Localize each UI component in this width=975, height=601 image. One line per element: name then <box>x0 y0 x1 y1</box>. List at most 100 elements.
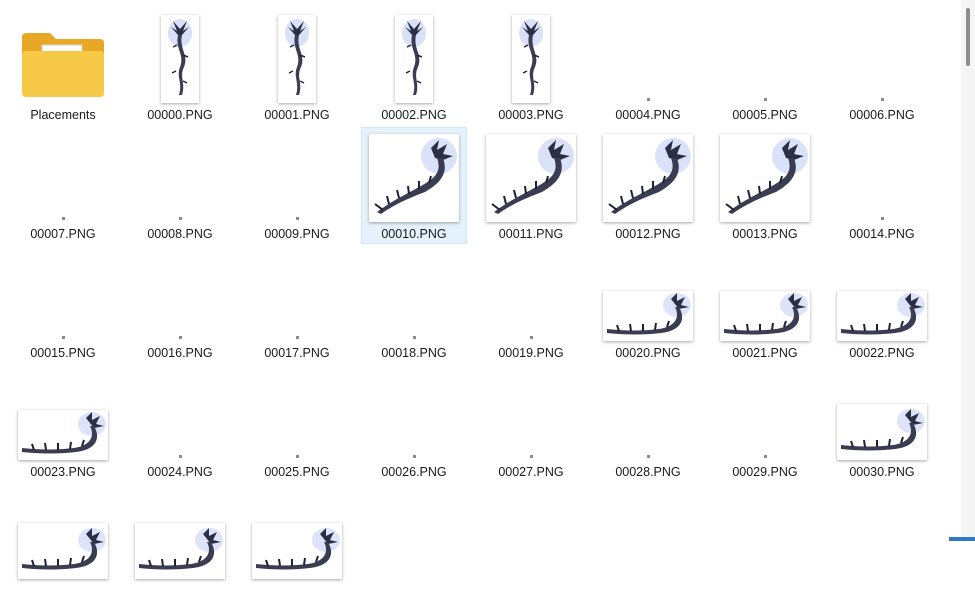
file-item[interactable]: 00011.PNG <box>478 127 584 244</box>
empty-thumbnail <box>178 217 182 220</box>
thumbnail-area <box>362 368 466 460</box>
scrollbar-thumb[interactable] <box>966 8 970 66</box>
file-item[interactable]: 00029.PNG <box>712 365 818 482</box>
file-name-label: 00006.PNG <box>849 108 915 122</box>
thumbnail-area <box>11 249 115 341</box>
thumbnail-area <box>830 249 934 341</box>
file-item[interactable]: 00018.PNG <box>361 246 467 363</box>
file-item[interactable]: 00019.PNG <box>478 246 584 363</box>
file-thumbnail <box>135 523 225 579</box>
thumbnail-area <box>362 130 466 222</box>
file-name-label: 00023.PNG <box>30 465 96 479</box>
file-name-label: Placements <box>30 108 96 122</box>
thumbnail-area <box>713 249 817 341</box>
file-item[interactable]: 00030.PNG <box>829 365 935 482</box>
thumbnail-area <box>479 130 583 222</box>
file-item[interactable]: 00014.PNG <box>829 127 935 244</box>
file-item[interactable]: 00023.PNG <box>10 365 116 482</box>
thumbnail-area <box>596 368 700 460</box>
file-thumbnail <box>161 15 199 103</box>
file-item[interactable]: 00022.PNG <box>829 246 935 363</box>
thumbnail-area <box>479 11 583 103</box>
file-item[interactable]: 00007.PNG <box>10 127 116 244</box>
file-thumbnail <box>18 410 108 460</box>
file-name-label: 00007.PNG <box>30 227 96 241</box>
file-item[interactable]: 00001.PNG <box>244 8 350 125</box>
file-item[interactable]: 00002.PNG <box>361 8 467 125</box>
file-item[interactable] <box>244 484 350 601</box>
thumbnail-area <box>713 11 817 103</box>
file-item[interactable]: 00006.PNG <box>829 8 935 125</box>
file-thumbnail <box>278 15 316 103</box>
thumbnail-area <box>128 368 232 460</box>
file-item[interactable]: 00016.PNG <box>127 246 233 363</box>
file-item[interactable] <box>127 484 233 601</box>
thumbnail-area <box>11 368 115 460</box>
thumbnail-area <box>830 130 934 222</box>
folder-item-placements[interactable]: Placements <box>10 8 116 125</box>
thumbnail-area <box>830 368 934 460</box>
file-item[interactable]: 00009.PNG <box>244 127 350 244</box>
thumbnail-area <box>245 487 349 579</box>
file-item[interactable]: 00000.PNG <box>127 8 233 125</box>
empty-thumbnail <box>529 336 533 339</box>
thumbnail-area <box>596 11 700 103</box>
file-thumbnail <box>252 523 342 579</box>
file-item[interactable]: 00027.PNG <box>478 365 584 482</box>
thumbnail-area <box>830 11 934 103</box>
file-item[interactable]: 00013.PNG <box>712 127 818 244</box>
file-item[interactable]: 00020.PNG <box>595 246 701 363</box>
file-name-label: 00010.PNG <box>381 227 447 241</box>
thumbnail-area <box>11 487 115 579</box>
file-item[interactable] <box>10 484 116 601</box>
file-item[interactable]: 00025.PNG <box>244 365 350 482</box>
file-item[interactable]: 00012.PNG <box>595 127 701 244</box>
file-item[interactable]: 00010.PNG <box>361 127 467 244</box>
file-thumbnail <box>395 15 433 103</box>
file-item[interactable]: 00021.PNG <box>712 246 818 363</box>
thumbnail-area <box>596 249 700 341</box>
file-name-label: 00018.PNG <box>381 346 447 360</box>
file-name-label: 00028.PNG <box>615 465 681 479</box>
file-name-label: 00021.PNG <box>732 346 798 360</box>
empty-thumbnail <box>295 336 299 339</box>
file-item[interactable]: 00024.PNG <box>127 365 233 482</box>
file-thumbnail <box>18 523 108 579</box>
empty-thumbnail <box>880 98 884 101</box>
empty-thumbnail <box>880 217 884 220</box>
thumbnail-area <box>245 368 349 460</box>
empty-thumbnail <box>295 217 299 220</box>
file-grid: Placements 00000.PNG 00001.PNG 00002.PNG 000… <box>0 0 960 579</box>
empty-thumbnail <box>763 455 767 458</box>
file-thumbnail <box>720 134 810 222</box>
file-item[interactable]: 00017.PNG <box>244 246 350 363</box>
empty-thumbnail <box>646 455 650 458</box>
file-item[interactable]: 00026.PNG <box>361 365 467 482</box>
file-item[interactable]: 00004.PNG <box>595 8 701 125</box>
file-item[interactable]: 00005.PNG <box>712 8 818 125</box>
file-name-label: 00009.PNG <box>264 227 330 241</box>
file-item[interactable]: 00003.PNG <box>478 8 584 125</box>
file-item[interactable]: 00015.PNG <box>10 246 116 363</box>
thumbnail-area <box>713 368 817 460</box>
vertical-scrollbar[interactable] <box>961 0 975 541</box>
file-name-label: 00001.PNG <box>264 108 330 122</box>
file-name-label: 00026.PNG <box>381 465 447 479</box>
file-name-label: 00004.PNG <box>615 108 681 122</box>
file-name-label: 00027.PNG <box>498 465 564 479</box>
file-item[interactable]: 00028.PNG <box>595 365 701 482</box>
empty-thumbnail <box>646 98 650 101</box>
file-item[interactable]: 00008.PNG <box>127 127 233 244</box>
thumbnail-area <box>128 487 232 579</box>
file-name-label: 00012.PNG <box>615 227 681 241</box>
file-thumbnail <box>837 291 927 341</box>
thumbnail-area <box>128 130 232 222</box>
thumbnail-area <box>362 249 466 341</box>
thumbnail-area <box>479 368 583 460</box>
file-name-label: 00008.PNG <box>147 227 213 241</box>
file-name-label: 00022.PNG <box>849 346 915 360</box>
file-name-label: 00011.PNG <box>498 227 564 241</box>
empty-thumbnail <box>763 98 767 101</box>
thumbnail-area <box>479 249 583 341</box>
empty-thumbnail <box>412 455 416 458</box>
